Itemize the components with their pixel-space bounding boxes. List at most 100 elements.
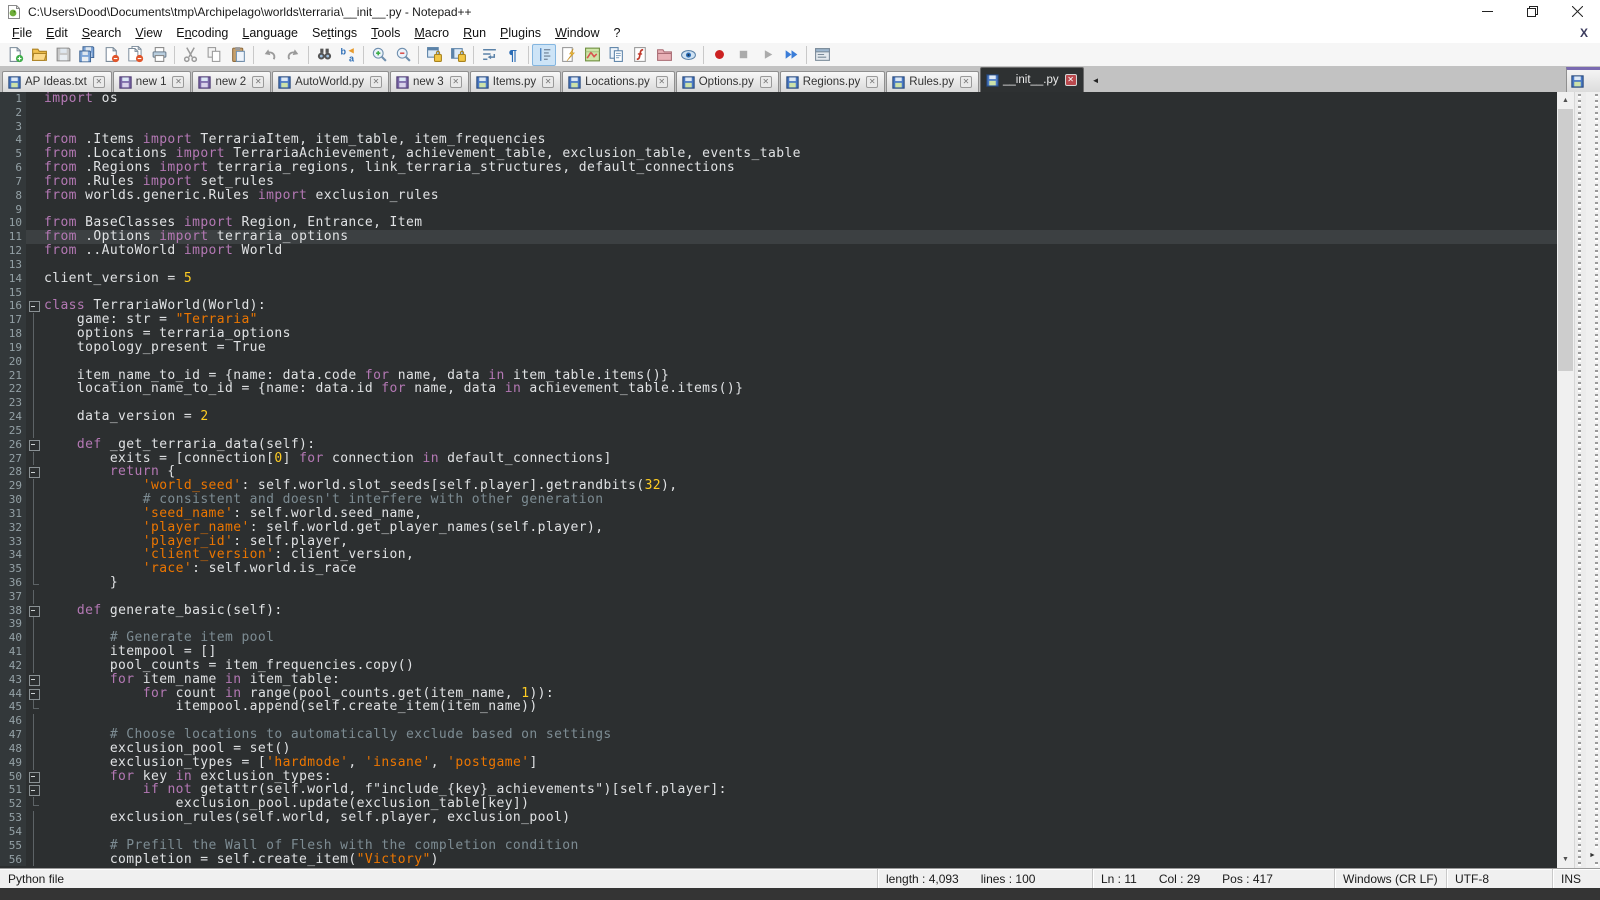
fold-collapse-icon[interactable] [26, 770, 42, 784]
code-line-35[interactable]: 35 'race': self.world.is_race [0, 562, 1557, 576]
tab-init-py[interactable]: __init__.py✕ [980, 67, 1084, 92]
code-line-23[interactable]: 23 [0, 396, 1557, 410]
menu-item-language[interactable]: Language [235, 24, 305, 42]
tab-new-3[interactable]: new 3✕ [390, 71, 469, 92]
status-insert-mode[interactable]: INS [1552, 869, 1600, 888]
undo-button[interactable] [257, 44, 281, 66]
sync-vertical-button[interactable] [422, 44, 446, 66]
code-line-51[interactable]: 51 if not getattr(self.world, f"include_… [0, 783, 1557, 797]
close-all-button[interactable] [123, 44, 147, 66]
macro-run-multiple-button[interactable] [779, 44, 803, 66]
menu-item-macro[interactable]: Macro [407, 24, 456, 42]
view-splitter-handle[interactable] [1574, 92, 1586, 868]
macro-save-button[interactable] [810, 44, 834, 66]
restore-button[interactable] [1510, 0, 1555, 23]
minimize-button[interactable] [1465, 0, 1510, 23]
code-line-10[interactable]: 10from BaseClasses import Region, Entran… [0, 216, 1557, 230]
tab-close-icon[interactable]: ✕ [656, 76, 668, 88]
tab-options-py[interactable]: Options.py✕ [676, 71, 779, 92]
paste-button[interactable] [226, 44, 250, 66]
tab-rules-py[interactable]: Rules.py✕ [886, 71, 979, 92]
code-line-48[interactable]: 48 exclusion_pool = set() [0, 742, 1557, 756]
code-line-15[interactable]: 15 [0, 286, 1557, 300]
find-button[interactable] [312, 44, 336, 66]
word-wrap-button[interactable] [477, 44, 501, 66]
zoom-out-button[interactable] [391, 44, 415, 66]
fold-collapse-icon[interactable] [26, 687, 42, 701]
code-line-56[interactable]: 56 completion = self.create_item("Victor… [0, 853, 1557, 867]
menubar-close-document-icon[interactable]: X [1580, 26, 1588, 40]
tab-close-icon[interactable]: ✕ [370, 76, 382, 88]
scroll-up-icon[interactable]: ▲ [1557, 92, 1574, 109]
menu-item-file[interactable]: File [5, 24, 39, 42]
code-line-3[interactable]: 3 [0, 120, 1557, 134]
monitoring-button[interactable] [676, 44, 700, 66]
code-line-4[interactable]: 4from .Items import TerrariaItem, item_t… [0, 133, 1557, 147]
scroll-down-icon[interactable]: ▼ [1557, 851, 1574, 868]
menu-item-encoding[interactable]: Encoding [169, 24, 235, 42]
code-line-14[interactable]: 14client_version = 5 [0, 272, 1557, 286]
code-line-30[interactable]: 30 # consistent and doesn't interfere wi… [0, 493, 1557, 507]
show-all-characters-button[interactable]: ¶ [501, 44, 525, 66]
code-line-16[interactable]: 16class TerrariaWorld(World): [0, 299, 1557, 313]
code-line-26[interactable]: 26 def _get_terraria_data(self): [0, 438, 1557, 452]
show-indent-guide-button[interactable] [532, 44, 556, 66]
document-list-button[interactable] [604, 44, 628, 66]
code-line-5[interactable]: 5from .Locations import TerrariaAchievem… [0, 147, 1557, 161]
tab-ap-ideas-txt[interactable]: AP Ideas.txt✕ [2, 71, 112, 92]
code-line-36[interactable]: 36 } [0, 576, 1557, 590]
define-language-button[interactable] [556, 44, 580, 66]
code-line-47[interactable]: 47 # Choose locations to automatically e… [0, 728, 1557, 742]
code-line-40[interactable]: 40 # Generate item pool [0, 631, 1557, 645]
code-line-55[interactable]: 55 # Prefill the Wall of Flesh with the … [0, 839, 1557, 853]
fold-collapse-icon[interactable] [26, 299, 42, 313]
code-line-11[interactable]: 11from .Options import terraria_options [0, 230, 1557, 244]
macro-stop-button[interactable] [731, 44, 755, 66]
menu-item-window[interactable]: Window [548, 24, 606, 42]
code-line-21[interactable]: 21 item_name_to_id = {name: data.code fo… [0, 369, 1557, 383]
code-line-9[interactable]: 9 [0, 203, 1557, 217]
fold-collapse-icon[interactable] [26, 673, 42, 687]
code-line-25[interactable]: 25 [0, 424, 1557, 438]
fold-collapse-icon[interactable] [26, 465, 42, 479]
save-file-button[interactable] [51, 44, 75, 66]
menu-item-edit[interactable]: Edit [39, 24, 75, 42]
menu-item-run[interactable]: Run [456, 24, 493, 42]
new-file-button[interactable] [3, 44, 27, 66]
code-line-32[interactable]: 32 'player_name': self.world.get_player_… [0, 521, 1557, 535]
code-line-29[interactable]: 29 'world_seed': self.world.slot_seeds[s… [0, 479, 1557, 493]
code-line-37[interactable]: 37 [0, 590, 1557, 604]
tab-locations-py[interactable]: Locations.py✕ [562, 71, 675, 92]
macro-record-button[interactable] [707, 44, 731, 66]
sync-horizontal-button[interactable] [446, 44, 470, 66]
document-map-button[interactable] [580, 44, 604, 66]
tab-close-icon[interactable]: ✕ [1065, 74, 1077, 86]
replace-button[interactable]: ba [336, 44, 360, 66]
code-line-50[interactable]: 50 for key in exclusion_types: [0, 770, 1557, 784]
code-editor[interactable]: 1import os234from .Items import Terraria… [0, 92, 1557, 868]
code-line-33[interactable]: 33 'player_id': self.player, [0, 535, 1557, 549]
tab-new-1[interactable]: new 1✕ [113, 71, 192, 92]
tab-close-icon[interactable]: ✕ [252, 76, 264, 88]
menu-item-view[interactable]: View [128, 24, 169, 42]
status-encoding[interactable]: UTF-8 [1446, 869, 1552, 888]
function-list-button[interactable] [628, 44, 652, 66]
tab-items-py[interactable]: Items.py✕ [470, 71, 561, 92]
secondary-view-partial-tab[interactable] [1566, 67, 1600, 92]
fold-collapse-icon[interactable] [26, 783, 42, 797]
code-line-22[interactable]: 22 location_name_to_id = {name: data.id … [0, 382, 1557, 396]
close-button[interactable] [1555, 0, 1600, 23]
scrollbar-track[interactable] [1557, 109, 1574, 851]
menu-item-help[interactable]: ? [607, 24, 628, 42]
code-line-2[interactable]: 2 [0, 106, 1557, 120]
fold-collapse-icon[interactable] [26, 604, 42, 618]
code-line-46[interactable]: 46 [0, 714, 1557, 728]
code-line-8[interactable]: 8from worlds.generic.Rules import exclus… [0, 189, 1557, 203]
code-line-7[interactable]: 7from .Rules import set_rules [0, 175, 1557, 189]
code-line-17[interactable]: 17 game: str = "Terraria" [0, 313, 1557, 327]
code-line-41[interactable]: 41 itempool = [] [0, 645, 1557, 659]
save-all-button[interactable] [75, 44, 99, 66]
code-line-53[interactable]: 53 exclusion_rules(self.world, self.play… [0, 811, 1557, 825]
code-line-12[interactable]: 12from ..AutoWorld import World [0, 244, 1557, 258]
close-file-button[interactable] [99, 44, 123, 66]
